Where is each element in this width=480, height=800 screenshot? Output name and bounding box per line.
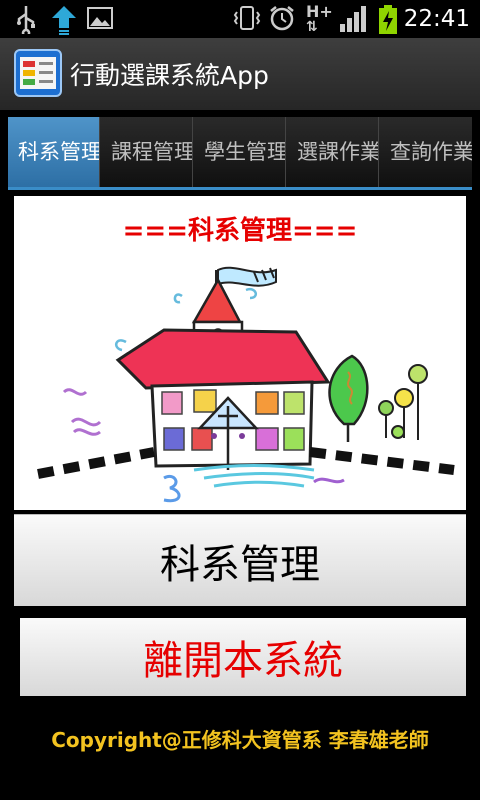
usb-icon <box>17 6 35 34</box>
exit-system-button[interactable]: 離開本系統 <box>20 618 466 696</box>
signal-icon <box>340 6 366 32</box>
action-bar: 行動選課系統App <box>0 38 480 110</box>
panel-title: ===科系管理=== <box>122 216 358 246</box>
status-bar: H+ ⇅ 22:41 <box>0 0 480 38</box>
tab-enrollment[interactable]: 選課作業 <box>287 117 379 187</box>
image-icon <box>87 7 113 29</box>
vibrate-icon <box>233 6 261 30</box>
upload-icon <box>52 6 76 35</box>
school-house-illustration <box>37 266 455 503</box>
department-management-button[interactable]: 科系管理 <box>14 514 466 606</box>
tab-course[interactable]: 課程管理 <box>101 117 193 187</box>
copyright-text: Copyright@正修科大資管系 李春雄老師 <box>51 728 429 752</box>
tab-student[interactable]: 學生管理 <box>194 117 286 187</box>
alarm-icon <box>270 6 294 31</box>
app-title: 行動選課系統App <box>70 61 269 90</box>
app-logo-icon <box>14 49 62 97</box>
tab-department[interactable]: 科系管理 <box>8 117 100 187</box>
tab-bar: 科系管理 課程管理 學生管理 選課作業 查詢作業 <box>8 117 472 190</box>
clock: 22:41 <box>403 6 470 32</box>
hplus-data-icon: H+ ⇅ <box>306 2 333 35</box>
battery-charging-icon <box>379 5 397 34</box>
tab-query[interactable]: 查詢作業 <box>380 117 472 187</box>
